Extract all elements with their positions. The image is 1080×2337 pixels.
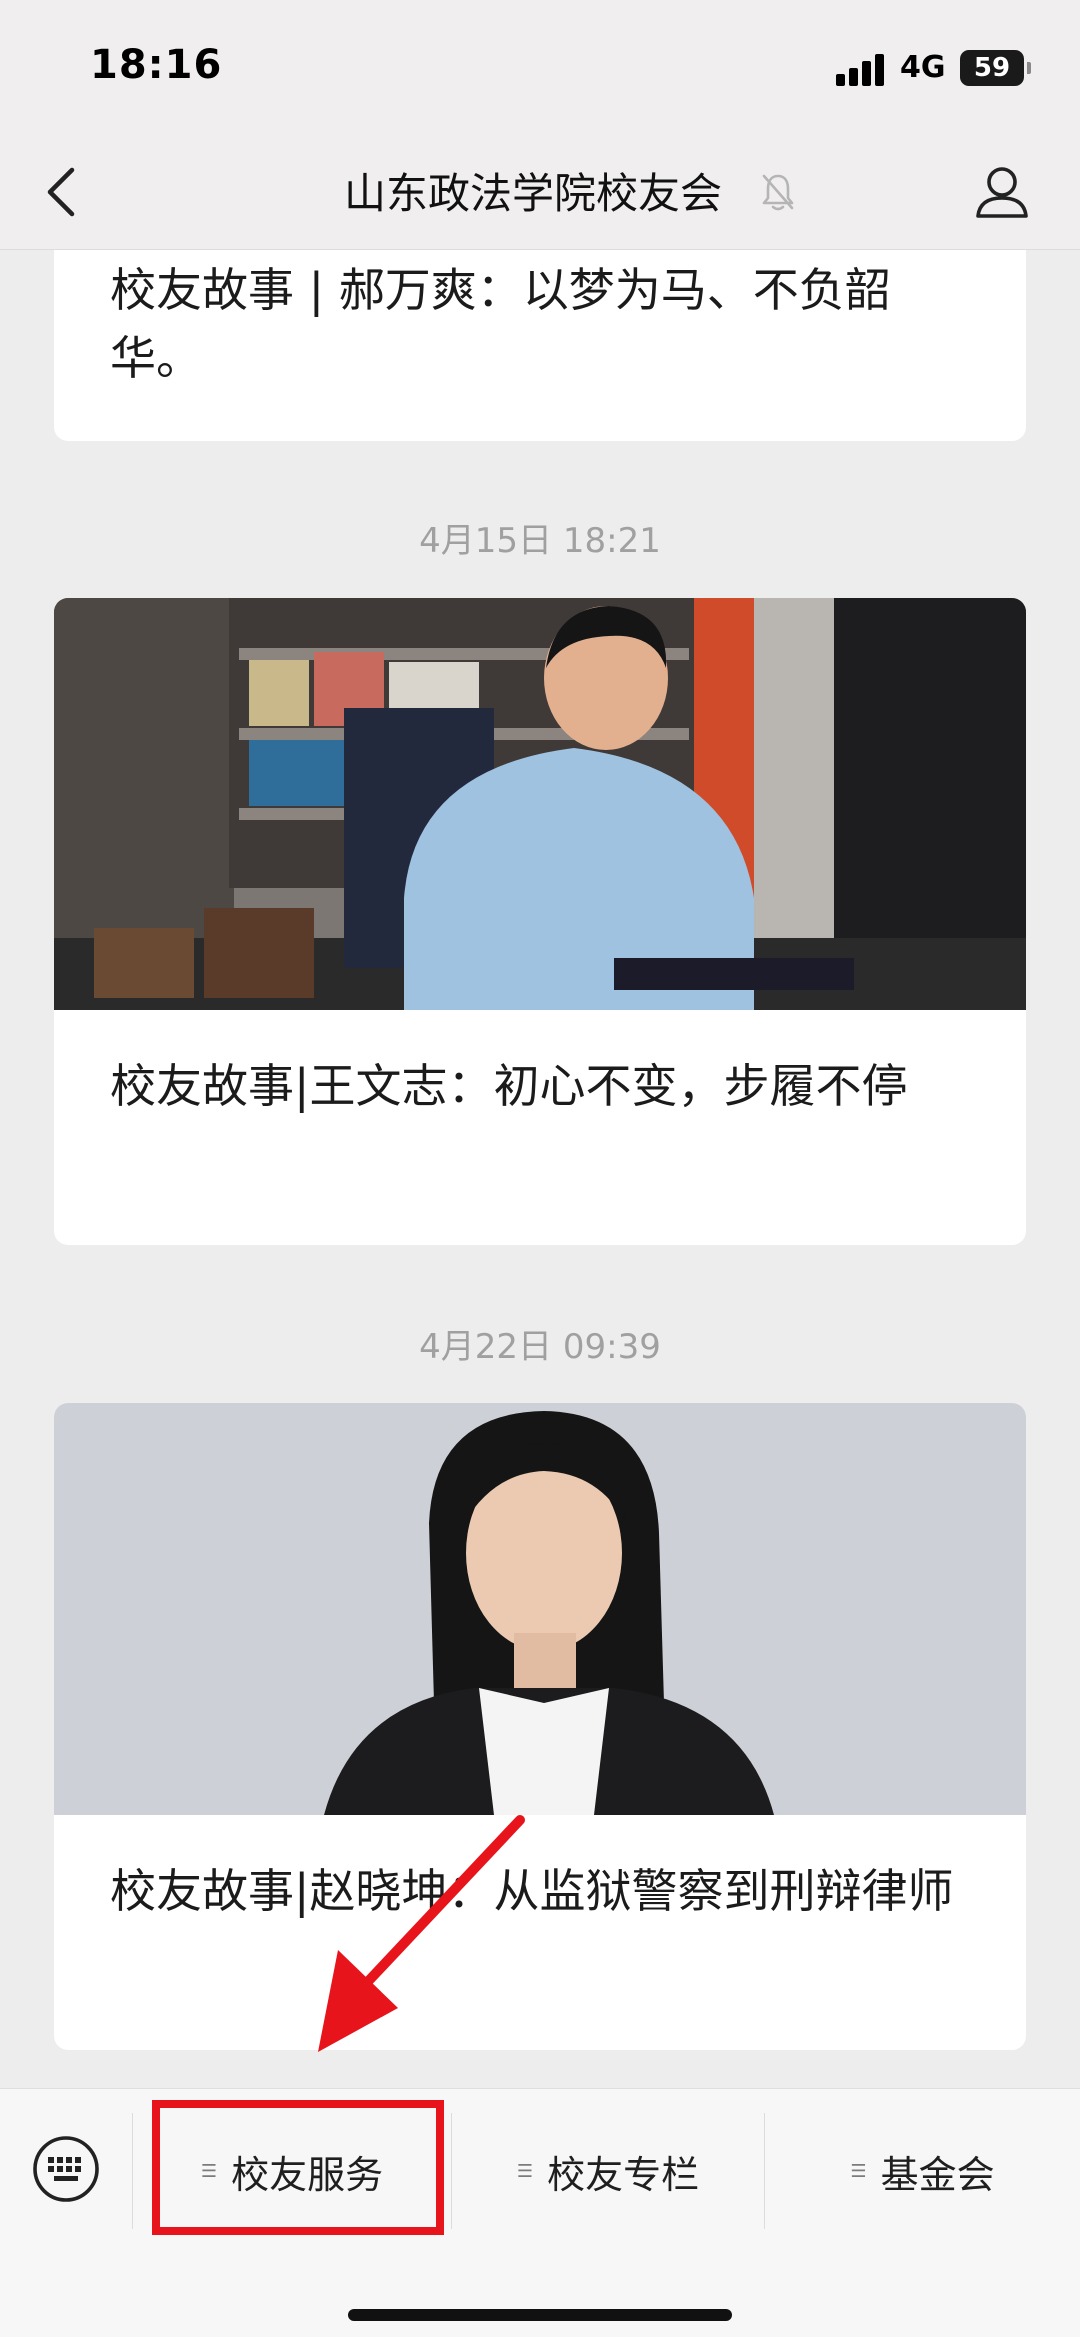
- article-card[interactable]: 校友故事|王文志：初心不变，步履不停: [54, 598, 1026, 1245]
- annotation-highlight-box: [152, 2100, 444, 2235]
- header: 18:16 4G 59 山东政法学院校友会: [0, 0, 1080, 250]
- nav-bar: 山东政法学院校友会: [0, 140, 1080, 240]
- menu-lines-icon: ☰: [516, 2160, 534, 2182]
- battery-icon: 59: [960, 50, 1031, 86]
- profile-person-icon[interactable]: [972, 162, 1032, 222]
- menu-item-label: 基金会: [880, 2152, 995, 2197]
- mute-bell-icon: [762, 174, 794, 211]
- menu-item-foundation[interactable]: ☰ 基金会: [765, 2097, 1080, 2245]
- page-title: 山东政法学院校友会: [343, 169, 722, 218]
- message-timestamp: 4月22日 09:39: [419, 1327, 661, 1367]
- article-title: 校友故事|王文志：初心不变，步履不停: [110, 1059, 908, 1113]
- battery-level: 59: [973, 53, 1011, 83]
- menu-item-label: 校友专栏: [547, 2152, 700, 2197]
- article-title: 校友故事|赵晓坤：从监狱警察到刑辩律师: [110, 1864, 954, 1918]
- status-time: 18:16: [90, 42, 223, 88]
- keyboard-icon[interactable]: [30, 2133, 102, 2205]
- home-indicator[interactable]: [348, 2309, 732, 2321]
- portrait-photo: [54, 1403, 1026, 1815]
- article-cover-image: [54, 598, 1026, 1010]
- network-type: 4G: [900, 50, 946, 85]
- status-bar: 18:16 4G 59: [0, 0, 1080, 130]
- article-card[interactable]: 校友故事|赵晓坤：从监狱警察到刑辩律师: [54, 1403, 1026, 2050]
- menu-lines-icon: ☰: [850, 2160, 867, 2182]
- message-timestamp: 4月15日 18:21: [419, 521, 661, 561]
- cellular-signal-icon: [836, 54, 886, 86]
- article-cover-image: [54, 1403, 1026, 1815]
- office-photo: [54, 598, 1026, 1010]
- menu-item-alumni-column[interactable]: ☰ 校友专栏: [452, 2097, 764, 2245]
